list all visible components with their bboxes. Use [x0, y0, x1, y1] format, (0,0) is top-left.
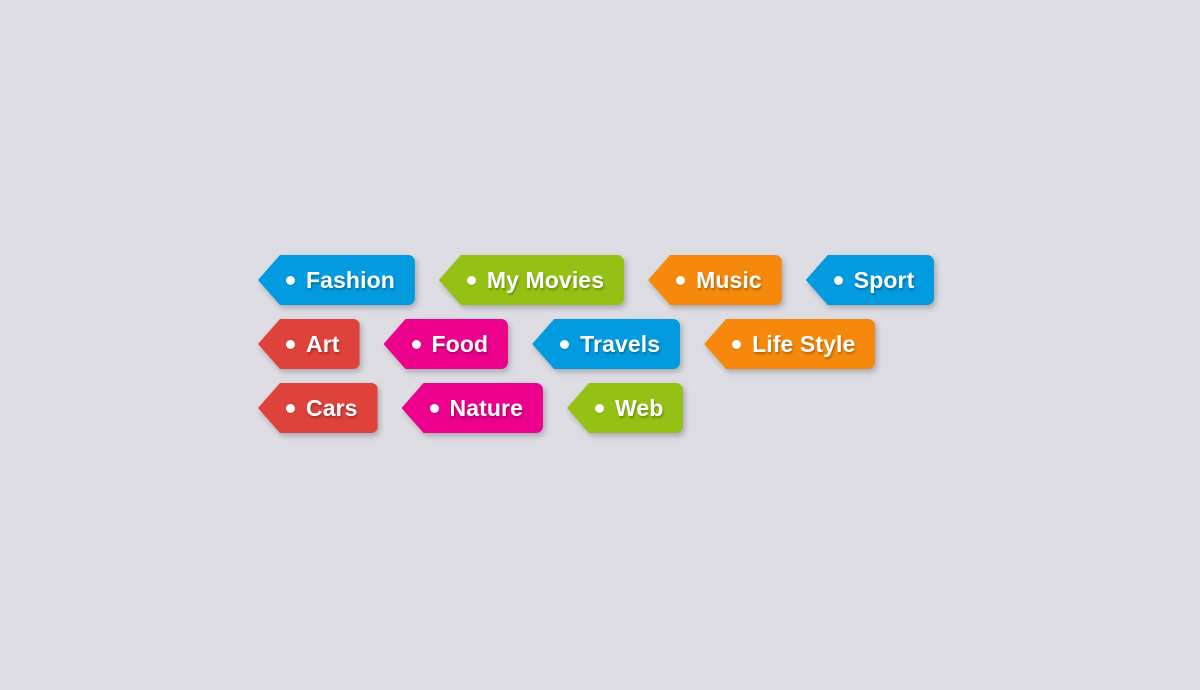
bullet-dot-icon [595, 403, 604, 413]
tag-body[interactable]: My Movies [438, 255, 625, 305]
tag-label: My Movies [486, 266, 605, 293]
bullet-dot-icon [466, 275, 476, 285]
tag-web[interactable]: Web [567, 383, 684, 433]
tag-music[interactable]: Music [648, 255, 782, 305]
tag-label: Fashion [306, 266, 395, 293]
bullet-dot-icon [429, 403, 439, 413]
bullet-dot-icon [833, 275, 843, 285]
tag-body[interactable]: Travels [532, 319, 681, 369]
tag-label: Travels [580, 330, 661, 357]
tag-row: Fashion My Movies Music Sport [258, 255, 1158, 305]
tag-body[interactable]: Sport [805, 255, 935, 305]
tag-board: Fashion My Movies Music Sport Art Food Travels… [0, 0, 1200, 690]
tag-body[interactable]: Art [258, 319, 360, 369]
tag-body[interactable]: Cars [258, 383, 378, 433]
bullet-dot-icon [286, 275, 295, 285]
tag-label: Sport [853, 266, 915, 293]
tag-art[interactable]: Art [258, 319, 360, 369]
tag-my-movies[interactable]: My Movies [438, 255, 625, 305]
tag-body[interactable]: Nature [401, 383, 543, 433]
bullet-dot-icon [286, 339, 295, 349]
tag-label: Food [431, 330, 489, 357]
tag-travels[interactable]: Travels [532, 319, 681, 369]
tag-nature[interactable]: Nature [401, 383, 543, 433]
tag-sport[interactable]: Sport [805, 255, 935, 305]
tag-label: Art [306, 330, 340, 357]
tag-label: Music [696, 266, 762, 293]
tag-cars[interactable]: Cars [258, 383, 378, 433]
bullet-dot-icon [560, 339, 570, 349]
tag-label: Cars [306, 394, 358, 421]
tag-body[interactable]: Music [648, 255, 782, 305]
tag-label: Nature [449, 394, 523, 421]
tag-life-style[interactable]: Life Style [704, 319, 876, 369]
bullet-dot-icon [732, 339, 742, 349]
bullet-dot-icon [286, 403, 295, 413]
tag-row: Art Food Travels Life Style [258, 319, 1158, 369]
tag-body[interactable]: Web [567, 383, 684, 433]
tag-label: Web [615, 394, 664, 421]
bullet-dot-icon [676, 275, 686, 285]
tag-rows-container: Fashion My Movies Music Sport Art Food Travels… [258, 255, 1158, 433]
tag-label: Life Style [752, 330, 856, 357]
tag-row: Cars Nature Web [258, 383, 1158, 433]
tag-fashion[interactable]: Fashion [258, 255, 415, 305]
tag-body[interactable]: Fashion [258, 255, 415, 305]
tag-food[interactable]: Food [383, 319, 509, 369]
bullet-dot-icon [411, 339, 421, 349]
tag-body[interactable]: Food [383, 319, 509, 369]
tag-body[interactable]: Life Style [704, 319, 876, 369]
